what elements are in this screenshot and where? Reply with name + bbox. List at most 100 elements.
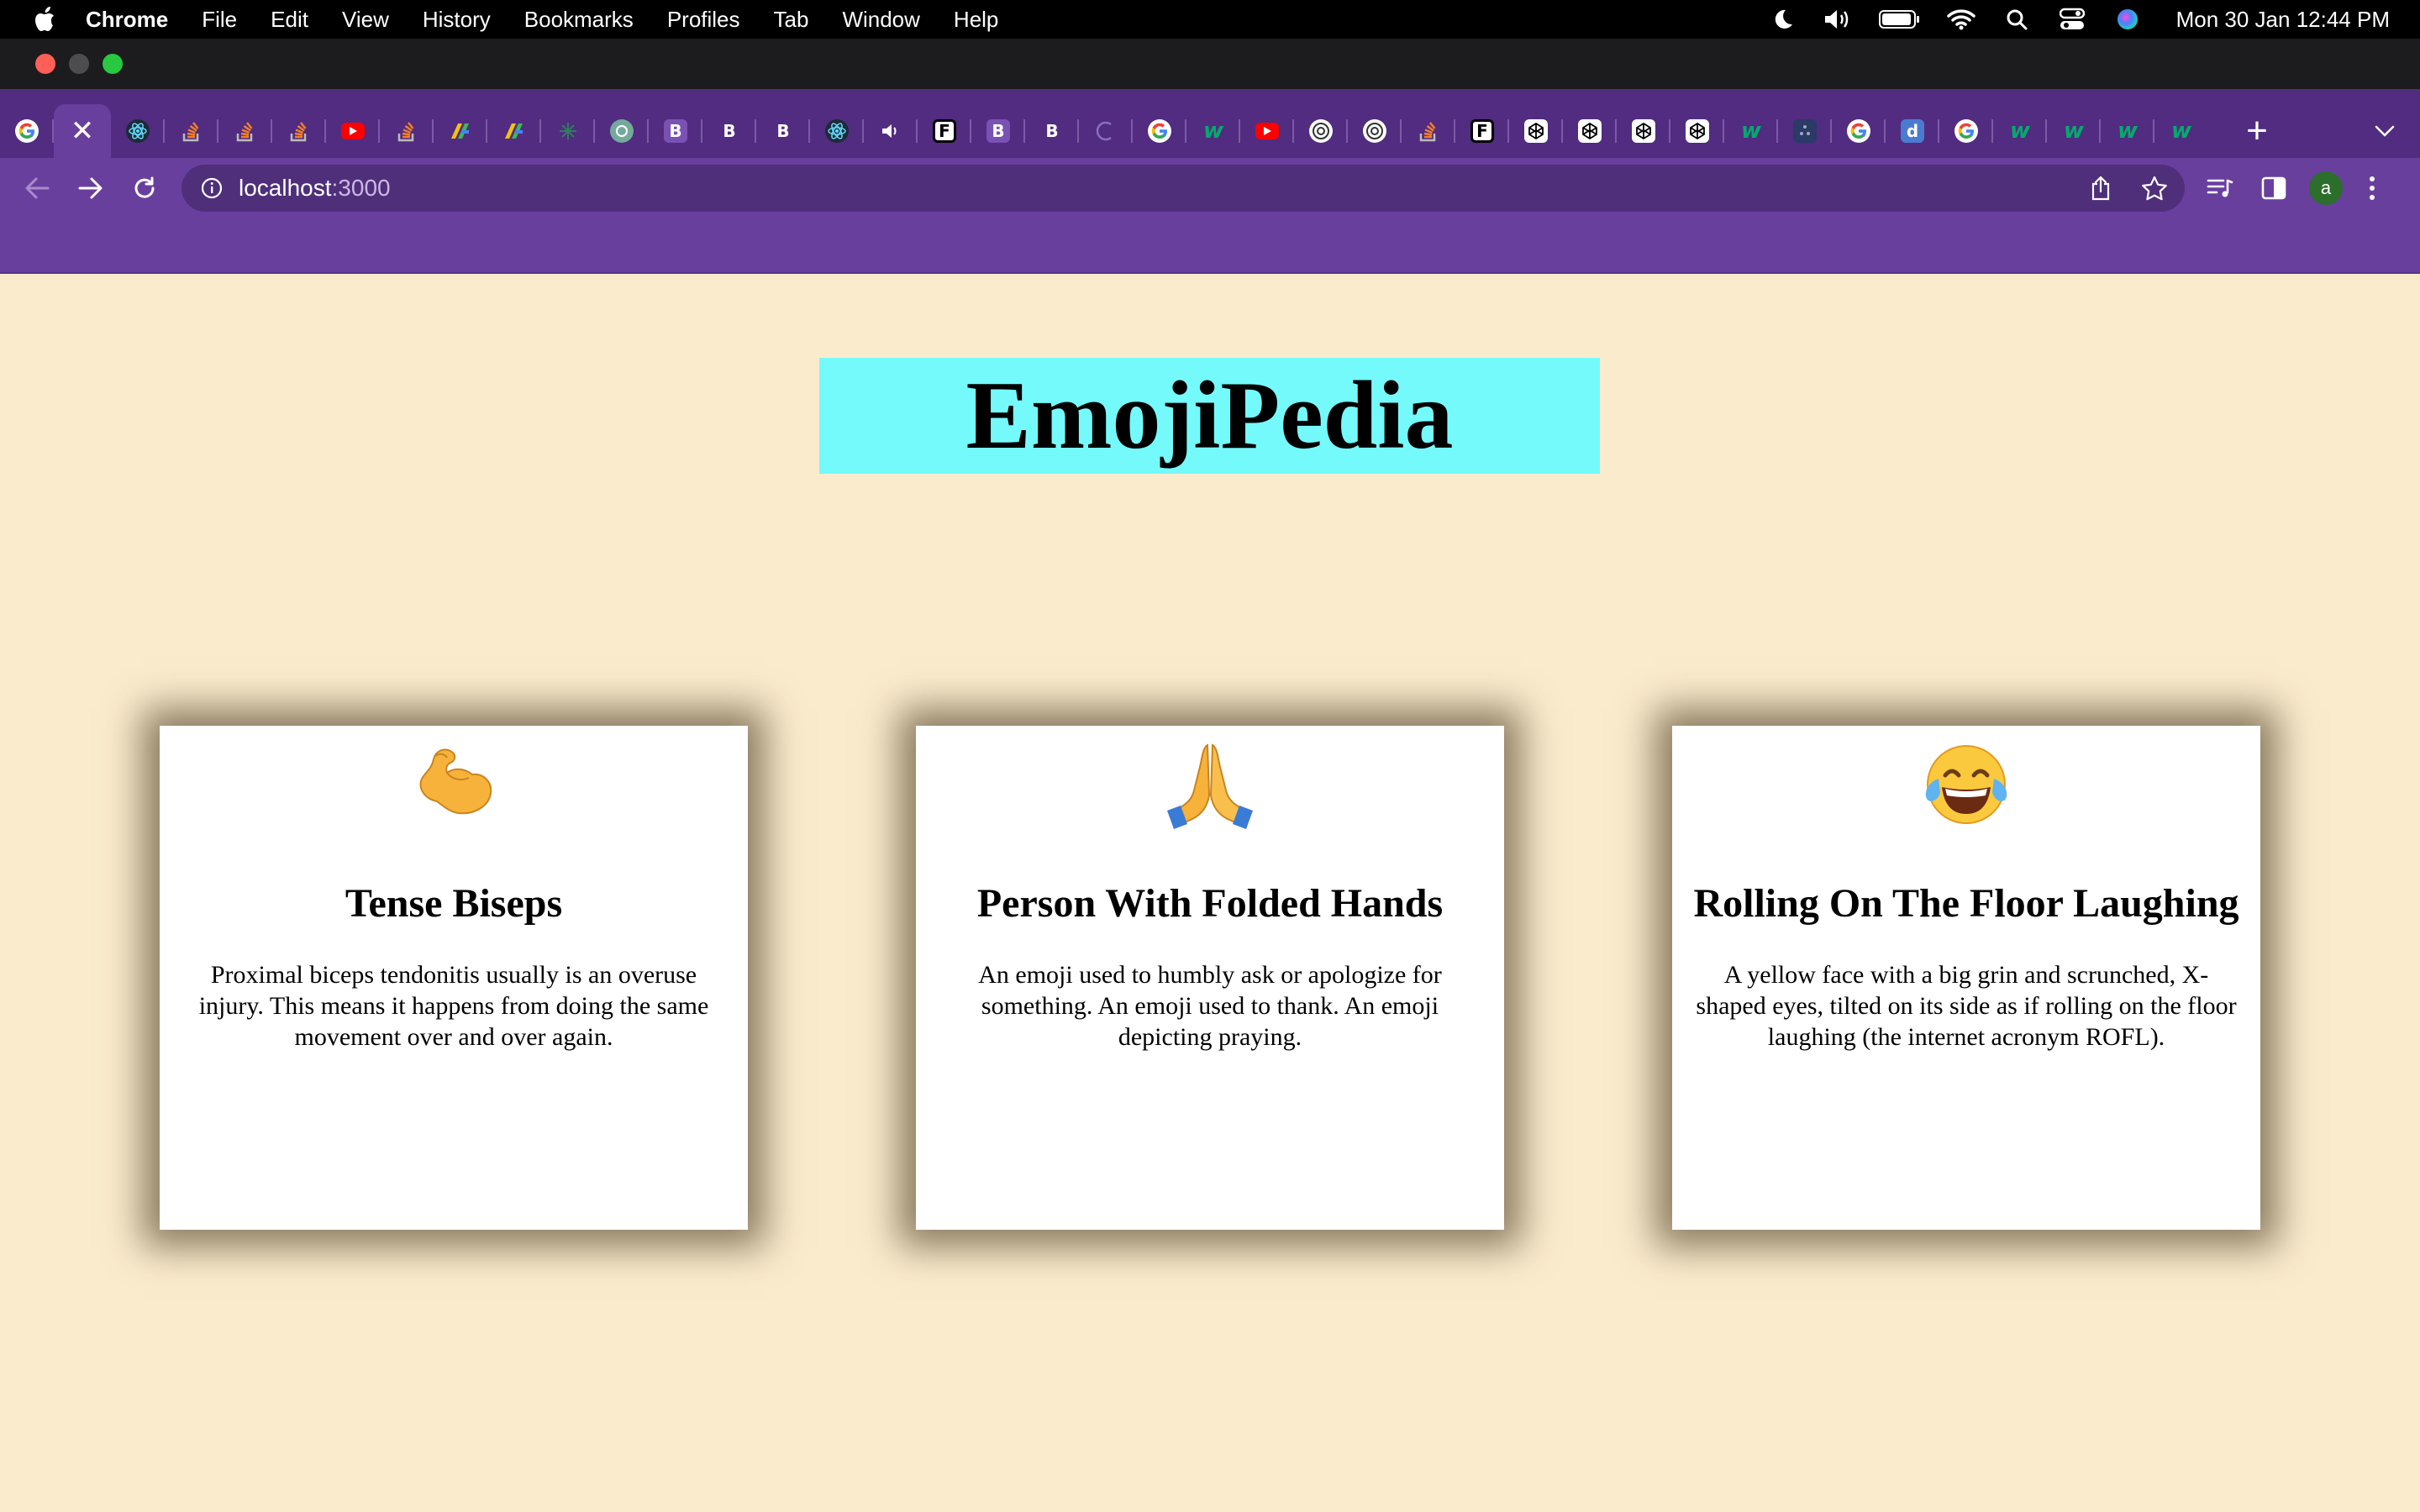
stackoverflow-icon xyxy=(234,119,257,143)
browser-tab[interactable] xyxy=(218,104,272,158)
bookmark-star-icon[interactable] xyxy=(2138,171,2171,205)
site-info-icon[interactable] xyxy=(200,176,224,200)
menu-profiles[interactable]: Profiles xyxy=(667,7,740,33)
browser-tab[interactable] xyxy=(1832,104,1886,158)
forward-arrow-icon xyxy=(78,177,103,199)
codepen-icon xyxy=(1578,119,1602,143)
browser-tab[interactable] xyxy=(111,104,165,158)
forward-button[interactable] xyxy=(72,170,109,207)
browser-tab[interactable] xyxy=(1670,104,1724,158)
sparkle-icon xyxy=(556,119,580,143)
kebab-menu-icon[interactable] xyxy=(2360,170,2385,207)
folded-hands-icon xyxy=(916,734,1504,835)
browser-tab[interactable] xyxy=(1563,104,1617,158)
menu-tab[interactable]: Tab xyxy=(774,7,809,33)
siri-icon[interactable] xyxy=(2112,7,2143,32)
menu-edit[interactable]: Edit xyxy=(271,7,308,33)
browser-tab[interactable]: F xyxy=(1455,104,1509,158)
browser-tab[interactable] xyxy=(595,104,649,158)
browser-tab[interactable] xyxy=(810,104,864,158)
stackoverflow-icon xyxy=(180,119,203,143)
window-zoom-button[interactable] xyxy=(103,54,123,74)
browser-tab[interactable] xyxy=(1294,104,1348,158)
toolbar-band xyxy=(0,218,2420,274)
reload-icon xyxy=(134,176,155,198)
wifi-icon[interactable] xyxy=(1946,7,1976,32)
menu-view[interactable]: View xyxy=(342,7,389,33)
browser-tab[interactable] xyxy=(1939,104,1993,158)
menu-file[interactable]: File xyxy=(202,7,237,33)
browser-tab[interactable]: B xyxy=(702,104,756,158)
browser-tab[interactable]: ✕ xyxy=(54,104,111,158)
browser-tab[interactable]: w xyxy=(2047,104,2101,158)
menu-history[interactable]: History xyxy=(423,7,491,33)
address-bar[interactable]: localhost:3000 xyxy=(182,165,2185,212)
macos-menu-bar: Chrome File Edit View History Bookmarks … xyxy=(0,0,2420,39)
browser-tab[interactable] xyxy=(1133,104,1186,158)
media-controls-icon[interactable] xyxy=(2202,170,2238,207)
browser-tab[interactable]: B xyxy=(1025,104,1079,158)
browser-tab[interactable]: w xyxy=(1993,104,2047,158)
frontend-mentor-icon: F xyxy=(933,119,956,143)
browser-tab[interactable] xyxy=(165,104,218,158)
emoji-card: Rolling On The Floor Laughing A yellow f… xyxy=(1672,726,2260,1230)
tab-search-button[interactable] xyxy=(2361,104,2408,158)
browser-tab[interactable] xyxy=(326,104,380,158)
menu-app-name[interactable]: Chrome xyxy=(86,7,168,33)
colorful-b-icon xyxy=(502,119,526,143)
volume-icon[interactable] xyxy=(1823,7,1854,32)
tab-list: ✕ B B B F B Bw Fw d w w w w xyxy=(0,104,2208,158)
window-minimize-button[interactable] xyxy=(69,54,89,74)
browser-tab[interactable] xyxy=(434,104,487,158)
close-icon[interactable]: ✕ xyxy=(71,114,95,148)
url-text[interactable]: localhost:3000 xyxy=(239,175,391,202)
browser-tab[interactable] xyxy=(272,104,326,158)
browser-tab[interactable]: B xyxy=(649,104,702,158)
side-panel-icon[interactable] xyxy=(2255,170,2292,207)
letter-b-icon: B xyxy=(723,121,736,141)
browser-tab[interactable] xyxy=(1402,104,1455,158)
menu-clock[interactable]: Mon 30 Jan 12:44 PM xyxy=(2176,7,2390,33)
browser-tab[interactable] xyxy=(1778,104,1832,158)
browser-tab[interactable] xyxy=(541,104,595,158)
menu-help[interactable]: Help xyxy=(954,7,998,33)
browser-tab[interactable] xyxy=(380,104,434,158)
browser-tab[interactable]: B xyxy=(756,104,810,158)
profile-avatar[interactable]: a xyxy=(2309,171,2343,205)
browser-tab[interactable] xyxy=(0,104,54,158)
letter-b-icon: B xyxy=(1045,121,1059,141)
google-icon xyxy=(15,119,39,143)
chatgpt-icon xyxy=(610,119,634,143)
apple-icon[interactable] xyxy=(34,5,59,34)
browser-tab[interactable]: w xyxy=(1186,104,1240,158)
tears-of-joy-icon xyxy=(1672,734,2260,835)
back-button[interactable] xyxy=(18,170,55,207)
browser-tab[interactable] xyxy=(1079,104,1133,158)
browser-tab[interactable]: B xyxy=(971,104,1025,158)
browser-tab[interactable] xyxy=(1617,104,1670,158)
spotlight-search-icon[interactable] xyxy=(2002,7,2032,32)
control-center-icon[interactable] xyxy=(2057,7,2087,32)
browser-tab[interactable] xyxy=(864,104,918,158)
browser-tab[interactable]: w xyxy=(2101,104,2154,158)
share-icon[interactable] xyxy=(2084,171,2118,205)
browser-tab[interactable] xyxy=(1348,104,1402,158)
browser-tab[interactable]: w xyxy=(2154,104,2208,158)
browser-tab[interactable] xyxy=(487,104,541,158)
new-tab-button[interactable]: + xyxy=(2230,104,2284,158)
card-description: An emoji used to humbly ask or apologize… xyxy=(978,961,1442,1051)
battery-icon[interactable] xyxy=(1878,7,1921,32)
window-close-button[interactable] xyxy=(35,54,55,74)
chevron-down-icon xyxy=(2375,125,2395,137)
react-icon xyxy=(126,119,150,143)
menu-bookmarks[interactable]: Bookmarks xyxy=(524,7,634,33)
browser-tab[interactable] xyxy=(1509,104,1563,158)
menu-window[interactable]: Window xyxy=(842,7,919,33)
browser-tab[interactable] xyxy=(1240,104,1294,158)
codepen-icon xyxy=(1686,119,1709,143)
browser-tab[interactable]: w xyxy=(1724,104,1778,158)
browser-tab[interactable]: d xyxy=(1886,104,1939,158)
moon-icon[interactable] xyxy=(1768,7,1798,32)
reload-button[interactable] xyxy=(126,170,163,207)
browser-tab[interactable]: F xyxy=(918,104,971,158)
